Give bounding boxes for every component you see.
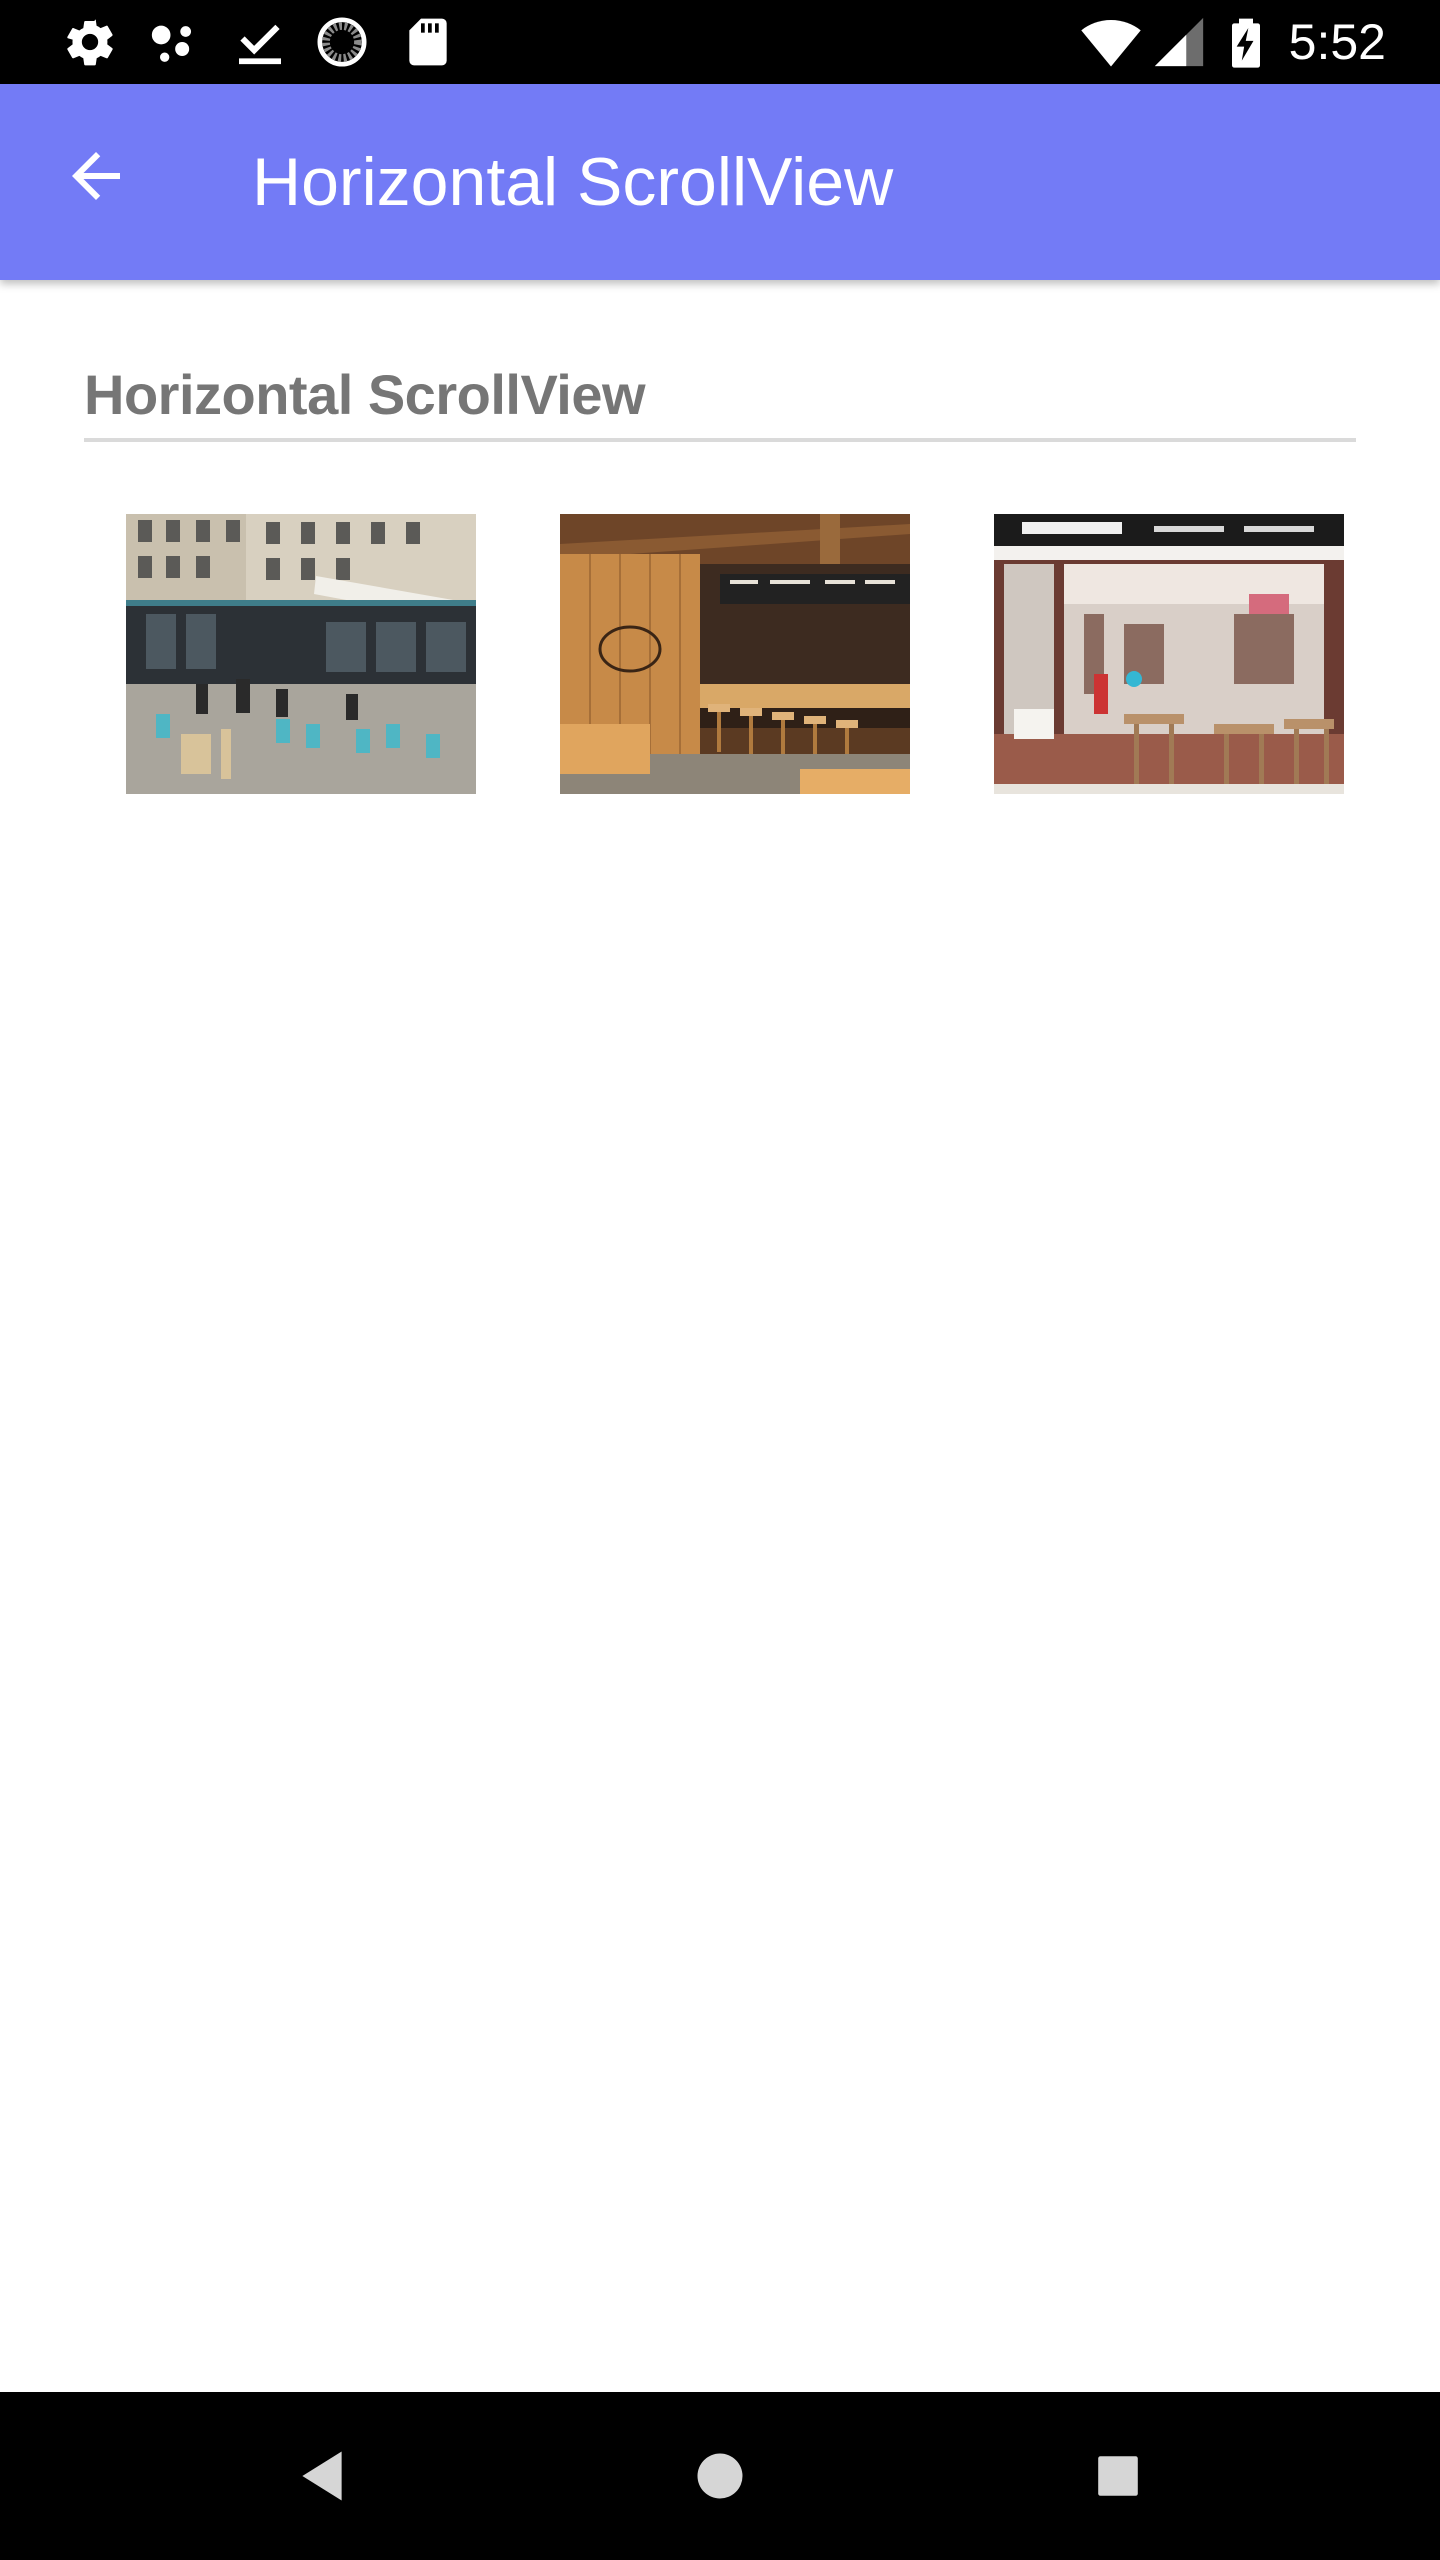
section-heading: Horizontal ScrollView bbox=[84, 363, 646, 426]
horizontal-scroll-view[interactable] bbox=[0, 514, 1440, 794]
status-time: 5:52 bbox=[1288, 14, 1386, 70]
home-circle-icon bbox=[697, 2453, 743, 2499]
page-title: Horizontal ScrollView bbox=[252, 144, 894, 220]
cafe-image-3[interactable] bbox=[994, 514, 1344, 794]
nav-recents-button[interactable] bbox=[1076, 2434, 1160, 2518]
cafe-image-1[interactable] bbox=[126, 514, 476, 794]
nav-home-button[interactable] bbox=[678, 2434, 762, 2518]
wifi-icon bbox=[1081, 20, 1141, 67]
assistant-dots-icon bbox=[151, 25, 192, 62]
gear-icon bbox=[67, 19, 113, 66]
cafe-image-2[interactable] bbox=[560, 514, 910, 794]
recents-square-icon bbox=[1098, 2456, 1138, 2496]
download-done-icon bbox=[239, 24, 281, 65]
battery-charging-icon bbox=[1232, 18, 1260, 68]
signal-icon bbox=[1154, 17, 1204, 67]
back-button[interactable] bbox=[54, 134, 138, 218]
sd-card-icon bbox=[409, 18, 447, 66]
status-bar: 5:52 bbox=[0, 0, 1440, 84]
nav-back-button[interactable] bbox=[280, 2434, 364, 2518]
arrow-back-icon bbox=[72, 152, 120, 200]
back-triangle-icon bbox=[302, 2451, 342, 2501]
navigation-bar bbox=[0, 2392, 1440, 2560]
progress-circle-icon bbox=[317, 17, 367, 67]
section-divider bbox=[84, 438, 1356, 442]
